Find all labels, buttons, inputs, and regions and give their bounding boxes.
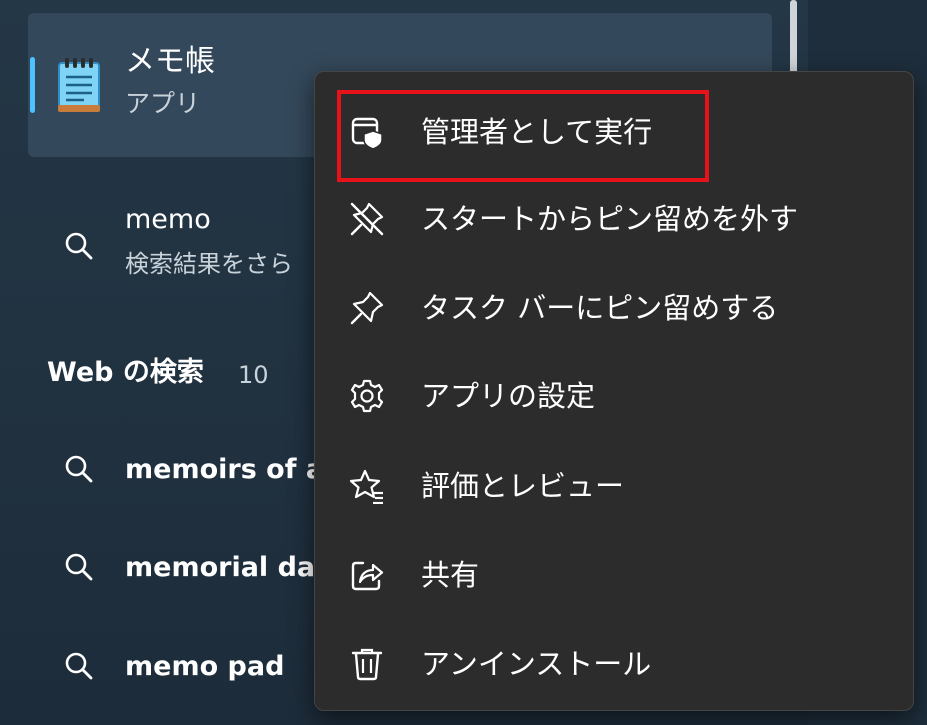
search-icon: [63, 453, 95, 485]
web-search-item[interactable]: memoirs of a: [125, 452, 325, 488]
gear-icon: [349, 378, 385, 414]
pin-icon: [349, 290, 385, 326]
search-suggestion-subtitle: 検索結果をさら: [125, 250, 293, 278]
menu-item-label: スタートからピン留めを外す: [421, 202, 799, 236]
web-search-item[interactable]: memorial day: [125, 550, 325, 586]
menu-item-app-settings[interactable]: アプリの設定: [335, 361, 891, 431]
menu-item-uninstall[interactable]: アンインストール: [335, 629, 891, 699]
share-icon: [349, 557, 385, 593]
menu-item-label: 共有: [421, 558, 480, 592]
search-icon: [63, 650, 95, 682]
web-section-count: 10: [238, 361, 269, 389]
web-section-heading: Web の検索: [47, 357, 204, 388]
menu-item-share[interactable]: 共有: [335, 540, 891, 610]
selection-indicator: [30, 57, 35, 113]
web-search-item[interactable]: memo pad: [125, 649, 325, 685]
search-suggestion-title[interactable]: memo: [125, 203, 211, 237]
search-icon: [63, 551, 95, 583]
menu-item-pin-to-taskbar[interactable]: タスク バーにピン留めする: [335, 273, 891, 343]
menu-item-label: 評価とレビュー: [421, 469, 625, 503]
menu-item-label: タスク バーにピン留めする: [421, 291, 779, 325]
search-icon: [63, 230, 95, 262]
menu-item-label: アンインストール: [421, 647, 652, 681]
menu-item-label: アプリの設定: [421, 379, 596, 413]
app-type-label: アプリ: [125, 89, 201, 118]
star-rating-icon: [349, 468, 385, 504]
menu-item-rate-and-review[interactable]: 評価とレビュー: [335, 451, 891, 521]
trash-icon: [349, 646, 385, 682]
notepad-icon: [56, 55, 102, 113]
unpin-icon: [349, 201, 385, 237]
app-name: メモ帳: [125, 44, 215, 79]
highlight-annotation-box: [337, 90, 709, 182]
menu-item-unpin-from-start[interactable]: スタートからピン留めを外す: [335, 184, 891, 254]
